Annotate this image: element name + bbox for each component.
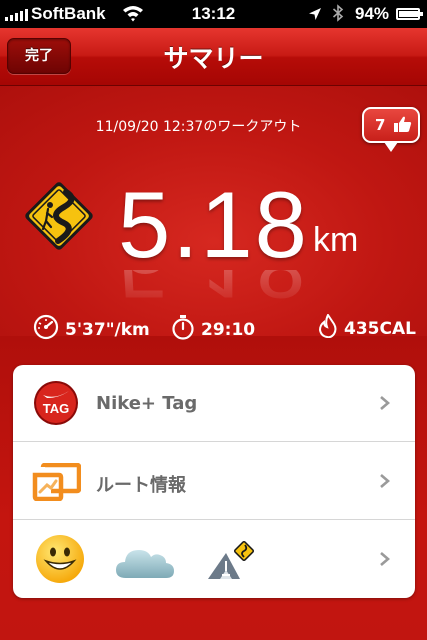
tag-icon-text: TAG xyxy=(43,401,69,416)
terrain-icon xyxy=(206,540,256,585)
nike-tag-icon: TAG xyxy=(33,380,79,430)
page-title: サマリー xyxy=(163,44,264,73)
battery-icon xyxy=(396,8,423,20)
calories-value: 435CAL xyxy=(344,318,416,339)
chevron-right-icon xyxy=(380,552,390,566)
battery-percentage: 94% xyxy=(355,4,390,23)
duration-stat: 29:10 xyxy=(171,314,255,345)
cheers-count: 7 xyxy=(375,116,386,134)
pace-value: 5'37"/km xyxy=(65,319,150,340)
location-arrow-icon xyxy=(308,6,322,26)
workout-datetime: 11/09/20 12:37 xyxy=(95,119,204,135)
distance-value: 5.18 xyxy=(118,172,309,277)
thumbs-up-icon xyxy=(392,115,412,137)
stopwatch-icon xyxy=(171,314,195,345)
speedometer-icon xyxy=(33,314,59,345)
detail-list: TAG Nike+ Tag ルート情報 xyxy=(13,365,415,598)
smiley-icon xyxy=(34,533,86,589)
list-item-label: ルート情報 xyxy=(96,475,186,496)
list-item-route-info[interactable]: ルート情報 xyxy=(13,443,415,520)
workout-suffix: のワークアウト xyxy=(203,119,302,135)
calories-stat: 435CAL xyxy=(318,313,416,343)
status-bar: SoftBank 13:12 94% xyxy=(0,0,427,28)
bluetooth-icon xyxy=(332,4,344,27)
cheers-badge[interactable]: 7 xyxy=(362,107,420,152)
chevron-right-icon xyxy=(380,396,390,410)
duration-value: 29:10 xyxy=(201,319,256,340)
chevron-right-icon xyxy=(380,474,390,488)
navigation-bar: 完了 サマリー xyxy=(0,28,427,86)
distance-display: 5.18 km xyxy=(118,178,358,272)
winding-road-sign-icon xyxy=(20,177,98,259)
stats-row: 5'37"/km 29:10 435CAL xyxy=(0,313,427,343)
pace-stat: 5'37"/km xyxy=(33,314,150,345)
cloud-icon xyxy=(114,544,176,584)
list-item-conditions[interactable] xyxy=(13,521,415,598)
list-item-label: Nike+ Tag xyxy=(96,393,198,414)
distance-unit: km xyxy=(312,221,359,259)
list-item-nike-tag[interactable]: TAG Nike+ Tag xyxy=(13,365,415,442)
flame-icon xyxy=(318,313,338,343)
route-icon xyxy=(31,462,82,505)
